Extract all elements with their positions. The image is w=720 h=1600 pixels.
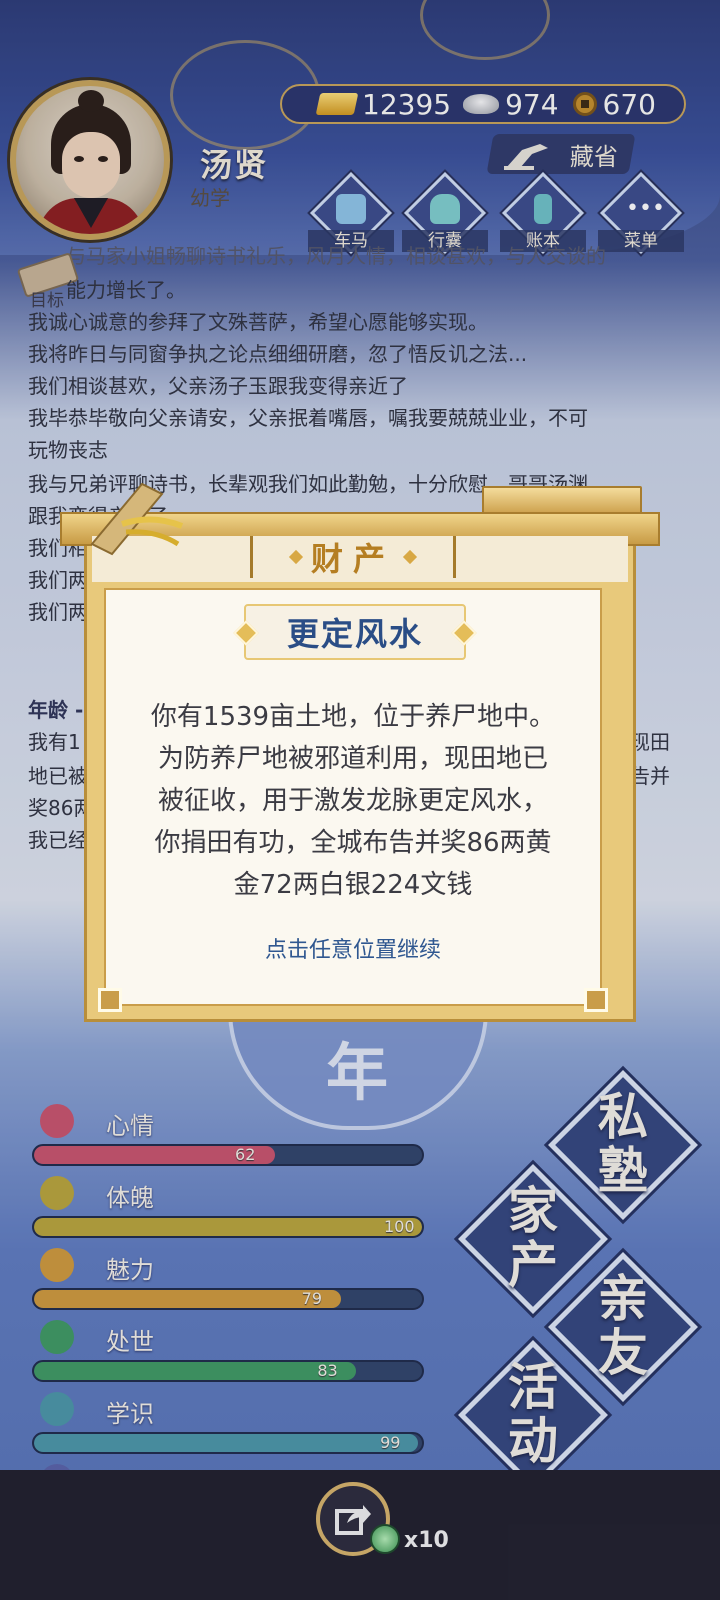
dialog-category: 财产 [310,540,395,578]
dialog-roof-ornament [482,486,642,514]
event-title-box: 更定风水 [244,604,466,660]
diamond-dot-icon [288,549,304,565]
event-description-line: 金72两白银224文钱 [233,870,473,900]
event-title: 更定风水 [286,615,423,653]
event-description-line: 你有1539亩土地，位于养尸地中。 [150,702,556,732]
event-description: 你有1539亩土地，位于养尸地中。 为防养尸地被邪道利用，现田地已 被征收，用于… [126,696,580,906]
wheat-bundle-icon [90,482,184,556]
corner-ornament [584,988,608,1012]
event-description-line: 被征收，用于激发龙脉更定风水， [157,786,548,816]
event-description-line: 为防养尸地被邪道利用，现田地已 [157,744,548,774]
continue-hint[interactable]: 点击任意位置继续 [104,932,602,964]
corner-ornament [98,988,122,1012]
diamond-dot-icon [402,549,418,565]
event-description-line: 你捐田有功，全城布告并奖86两黄 [154,828,552,858]
dialog-category-tag: 财产 [250,536,456,578]
